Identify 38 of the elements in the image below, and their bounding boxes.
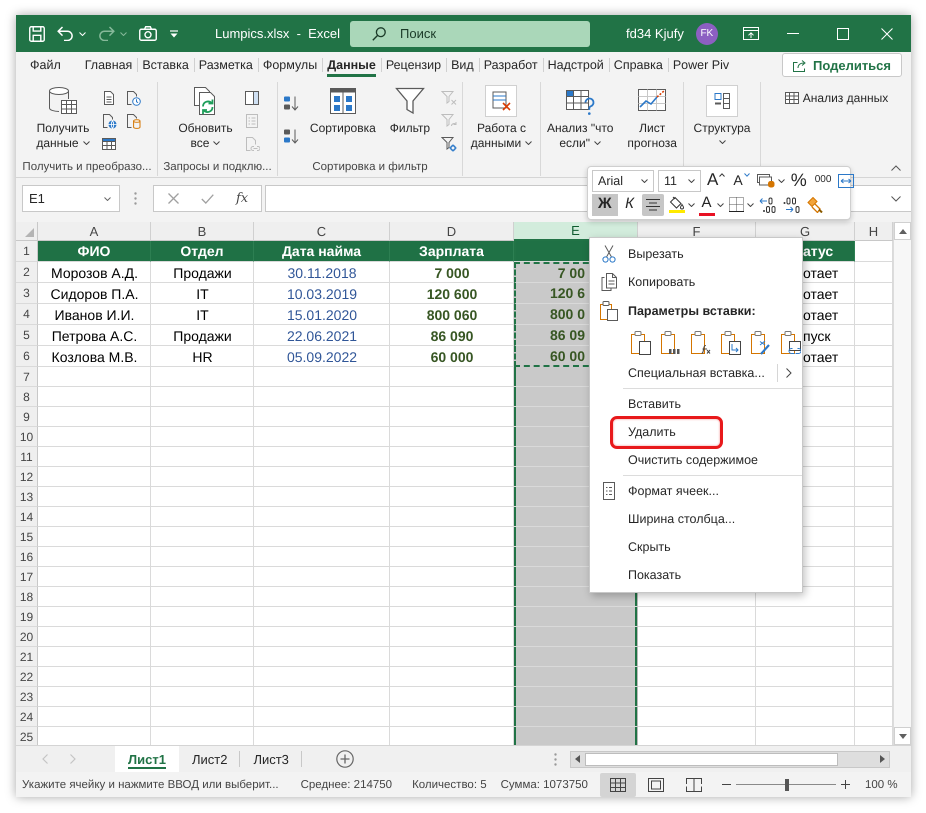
table-cell-text: HR: [191, 348, 214, 366]
table-cell-text: IT: [195, 306, 210, 324]
table-cell-text: 120 600: [426, 284, 478, 304]
status-count: Количество: 5: [412, 778, 487, 790]
table-cell-text: Сидоров П.А.: [50, 284, 140, 304]
header-cell: Дата найма: [254, 241, 390, 262]
table-cell-text: 05.09.2022: [286, 348, 358, 366]
status-average: Среднее: 214750: [300, 778, 392, 790]
status-message: Укажите ячейку и нажмите ВВОД или выберит...: [22, 778, 279, 790]
table-cell-text: 800 060: [426, 306, 478, 324]
table-cell-text: Козлова М.В.: [50, 348, 138, 366]
table-cell: отает: [803, 306, 838, 322]
group-label: Сортировка и фильтр: [311, 160, 429, 175]
table-cell-text: Иванов И.И.: [54, 306, 136, 324]
window-title: Lumpics.xlsx - Excel: [215, 26, 341, 41]
status-sum: Сумма: 1073750: [500, 778, 588, 790]
table-cell-text: 22.06.2021: [286, 326, 358, 346]
table-cell-text: Морозов А.Д.: [50, 264, 139, 283]
table-cell-text: IT: [195, 284, 210, 304]
table-cell-text: 30.11.2018: [286, 264, 358, 282]
header-cell: Зарплата: [390, 241, 514, 262]
table-cell-text: 86 090: [430, 326, 474, 346]
table-cell-text: 7 000: [433, 264, 471, 282]
group-label: Запросы и подклю...: [162, 160, 273, 175]
table-cell-text: Петрова А.С.: [50, 326, 138, 346]
table-cell-text: 60 000: [430, 348, 474, 366]
table-cell: отает: [803, 348, 838, 364]
group-label: Получить и преобразо...: [21, 160, 153, 175]
table-cell-text: Продажи: [172, 326, 233, 346]
table-cell-text: 10.03.2019: [286, 284, 358, 304]
header-cell: Отдел: [151, 241, 254, 262]
header-cell: ФИО: [38, 241, 151, 262]
table-cell-text: Продажи: [172, 264, 233, 283]
table-cell-text: 15.01.2020: [286, 306, 358, 324]
table-cell: отает: [803, 286, 838, 302]
table-cell: отает: [803, 264, 838, 280]
table-cell: пуск: [803, 328, 831, 344]
user-name: fd34 Kjufy: [626, 26, 684, 41]
